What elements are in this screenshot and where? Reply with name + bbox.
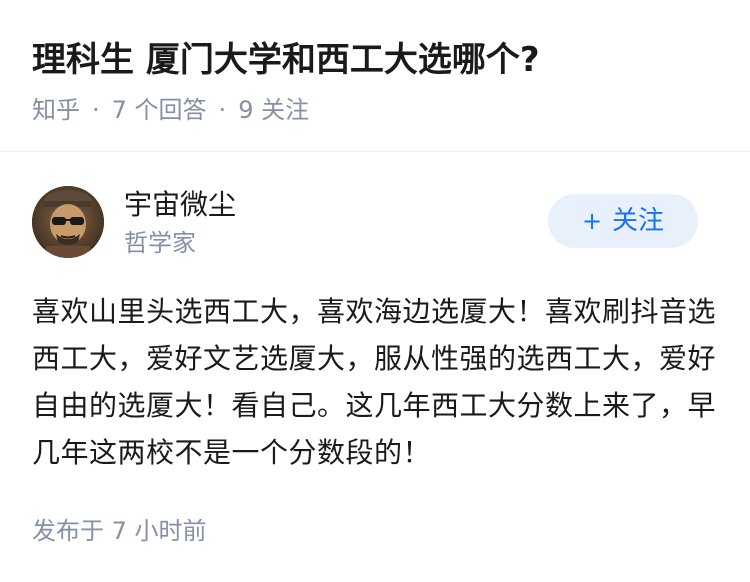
question-title[interactable]: 理科生 厦门大学和西工大选哪个? — [32, 36, 540, 84]
follower-count[interactable]: 9 关注 — [238, 96, 309, 124]
publish-time: 发布于 7 小时前 — [32, 517, 207, 545]
meta-separator: · — [218, 96, 227, 124]
meta-separator: · — [92, 96, 100, 124]
answer-count[interactable]: 7 个回答 — [112, 96, 207, 124]
question-header: 理科生 厦门大学和西工大选哪个? 知乎 · 7 个回答 · 9 关注 — [0, 0, 750, 152]
question-meta: 知乎 · 7 个回答 · 9 关注 — [32, 92, 309, 128]
follow-button-label: 关注 — [612, 206, 665, 236]
author-row: 宇宙微尘 哲学家 + 关注 — [32, 186, 718, 266]
source-label[interactable]: 知乎 — [32, 96, 80, 124]
author-headline: 哲学家 — [124, 229, 196, 257]
follow-button[interactable]: + 关注 — [548, 194, 698, 248]
author-name[interactable]: 宇宙微尘 — [124, 186, 236, 224]
zhihu-answer-page: 理科生 厦门大学和西工大选哪个? 知乎 · 7 个回答 · 9 关注 宇宙微尘 … — [0, 0, 750, 582]
author-avatar[interactable] — [32, 186, 104, 258]
plus-icon: + — [581, 207, 603, 235]
answer-content: 喜欢山里头选西工大，喜欢海边选厦大！喜欢刷抖音选西工大，爱好文艺选厦大，服从性强… — [32, 295, 717, 469]
avatar-person-icon — [32, 186, 104, 258]
